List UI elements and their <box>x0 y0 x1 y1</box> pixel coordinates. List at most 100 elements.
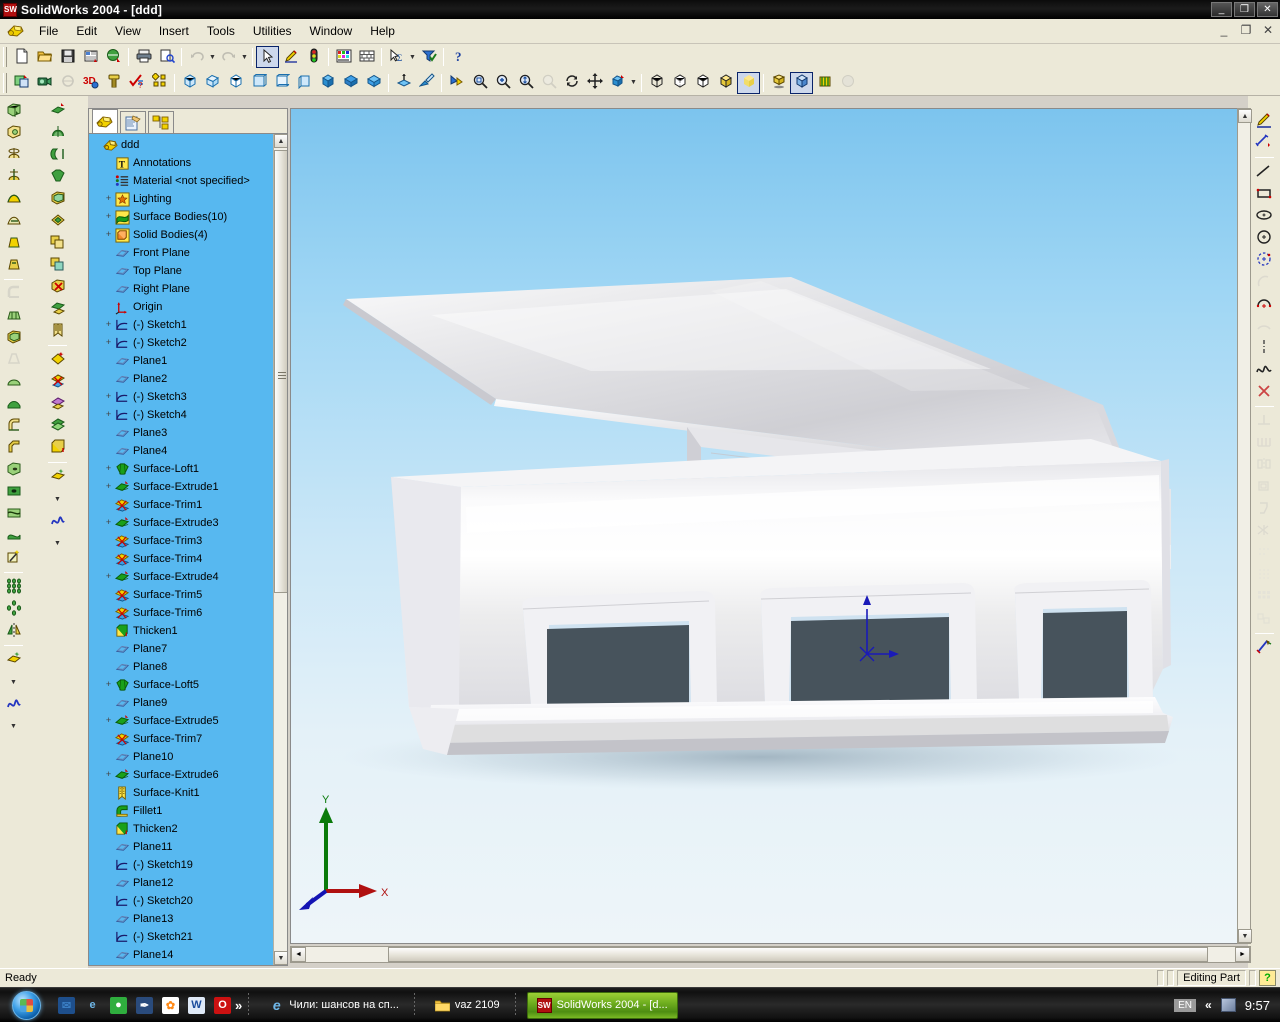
zoom-to-fit-button[interactable] <box>468 72 491 94</box>
standard-views-trimetric-button[interactable] <box>201 72 224 94</box>
previous-view-button[interactable] <box>445 72 468 94</box>
quick-launch-more-icon[interactable]: » <box>235 998 242 1013</box>
thicken-surface-button[interactable] <box>46 437 69 459</box>
wrap-button[interactable] <box>2 503 25 525</box>
show-hidden-icons-icon[interactable]: « <box>1205 998 1212 1012</box>
pattern-button[interactable] <box>148 72 171 94</box>
tree-item[interactable]: + (-) Sketch1 <box>91 316 273 334</box>
question-help-icon[interactable]: ? <box>1259 970 1276 986</box>
select-button[interactable] <box>256 46 279 68</box>
shaded-with-edges-button[interactable] <box>714 72 737 94</box>
tree-item[interactable]: Surface-Trim6 <box>91 604 273 622</box>
section-view-toggle-button[interactable] <box>790 71 813 94</box>
tree-item[interactable]: Front Plane <box>91 244 273 262</box>
menu-insert[interactable]: Insert <box>150 21 198 41</box>
simple-hole-button[interactable] <box>2 481 25 503</box>
swept-boss-button[interactable] <box>2 188 25 210</box>
tree-item[interactable]: Surface-Trim4 <box>91 550 273 568</box>
toolbar-grip-2[interactable] <box>3 72 7 93</box>
help-button[interactable]: ? <box>447 46 470 68</box>
reference-geometry-2-dropdown[interactable]: ▼ <box>53 488 62 510</box>
mass-properties-button[interactable] <box>417 46 440 68</box>
tree-item[interactable]: + Surface-Extrude1 <box>91 478 273 496</box>
tree-item[interactable]: (-) Sketch20 <box>91 892 273 910</box>
dome-button[interactable] <box>2 371 25 393</box>
tree-item[interactable]: Plane1 <box>91 352 273 370</box>
make-drawing-button[interactable] <box>79 46 102 68</box>
expand-toggle-icon[interactable]: + <box>103 463 114 475</box>
view-orientation-dropdown[interactable]: ▼ <box>629 72 638 94</box>
tree-item[interactable]: (-) Sketch21 <box>91 928 273 946</box>
taskbar-item-folder[interactable]: vaz 2109 <box>426 992 509 1019</box>
tree-item[interactable]: Right Plane <box>91 280 273 298</box>
graphics-scroll-right-arrow-icon[interactable]: ► <box>1235 947 1250 962</box>
mdi-restore-button[interactable]: ❐ <box>1238 23 1254 37</box>
ql-outlook-icon[interactable]: ✉ <box>58 996 75 1014</box>
close-button[interactable]: ✕ <box>1257 2 1278 17</box>
new-document-button[interactable] <box>10 46 33 68</box>
menu-utilities[interactable]: Utilities <box>244 21 301 41</box>
revolved-boss-button[interactable] <box>2 144 25 166</box>
expand-toggle-icon[interactable]: + <box>103 571 114 583</box>
tree-item[interactable]: + Surface-Extrude3 <box>91 514 273 532</box>
tree-item[interactable]: T Annotations <box>91 154 273 172</box>
tree-item[interactable]: + Surface Bodies(10) <box>91 208 273 226</box>
linear-pattern-button[interactable] <box>2 576 25 598</box>
make-assembly-button[interactable] <box>102 46 125 68</box>
standard-views-left-button[interactable] <box>293 72 316 94</box>
curves-2-dropdown[interactable]: ▼ <box>53 532 62 554</box>
smart-dimension-button[interactable] <box>1253 132 1276 154</box>
perimeter-circle-button[interactable] <box>1253 249 1276 271</box>
standard-views-bottom-button[interactable] <box>362 72 385 94</box>
tree-item[interactable]: Plane7 <box>91 640 273 658</box>
extruded-surface-button[interactable] <box>46 100 69 122</box>
revolved-cut-button[interactable] <box>2 166 25 188</box>
tree-item[interactable]: ddd <box>91 136 273 154</box>
expand-toggle-icon[interactable]: + <box>103 319 114 331</box>
tree-item[interactable]: (-) Sketch19 <box>91 856 273 874</box>
point-button[interactable] <box>1253 381 1276 403</box>
expand-toggle-icon[interactable]: + <box>103 211 114 223</box>
mdi-minimize-button[interactable]: _ <box>1216 23 1232 37</box>
rebuild-button[interactable] <box>302 46 325 68</box>
reference-geometry-button[interactable] <box>2 649 25 671</box>
tree-item[interactable]: + Surface-Extrude4 <box>91 568 273 586</box>
graphics-viewport[interactable]: Y X <box>290 108 1246 944</box>
standard-views-back-button[interactable] <box>270 72 293 94</box>
network-icon[interactable] <box>1220 998 1236 1012</box>
shell-button[interactable] <box>2 327 25 349</box>
expand-toggle-icon[interactable]: + <box>103 715 114 727</box>
tree-item[interactable]: Fillet1 <box>91 802 273 820</box>
extruded-boss-button[interactable] <box>2 100 25 122</box>
zoom-in-out-button[interactable] <box>514 72 537 94</box>
menu-help[interactable]: Help <box>361 21 404 41</box>
extruded-cut-button[interactable] <box>2 122 25 144</box>
tree-item[interactable]: + Surface-Loft5 <box>91 676 273 694</box>
animator-button[interactable] <box>33 72 56 94</box>
tree-item[interactable]: + Surface-Loft1 <box>91 460 273 478</box>
rotate-view-button[interactable] <box>560 72 583 94</box>
graphics-vertical-scrollbar[interactable]: ▲ ▼ <box>1237 108 1252 944</box>
expand-toggle-icon[interactable]: + <box>103 517 114 529</box>
ql-orange-flower-icon[interactable]: ✿ <box>162 996 179 1014</box>
scrollbar-thumb[interactable] <box>274 150 287 593</box>
curvature-display-button[interactable] <box>813 72 836 94</box>
standard-views-front-button[interactable] <box>247 72 270 94</box>
expand-toggle-icon[interactable]: + <box>103 337 114 349</box>
graphics-scroll-down-arrow-icon[interactable]: ▼ <box>1238 929 1252 943</box>
trim-surface-button[interactable] <box>46 371 69 393</box>
tree-item[interactable]: Surface-Trim3 <box>91 532 273 550</box>
revolved-surface-button[interactable] <box>46 122 69 144</box>
midsurface-button[interactable] <box>46 415 69 437</box>
clock[interactable]: 9:57 <box>1245 998 1276 1013</box>
open-document-button[interactable] <box>33 46 56 68</box>
tree-item[interactable]: Plane11 <box>91 838 273 856</box>
standard-views-right-button[interactable] <box>316 72 339 94</box>
tree-item[interactable]: Plane2 <box>91 370 273 388</box>
reference-geometry-dropdown[interactable]: ▼ <box>9 671 18 693</box>
edit-sketch-button[interactable] <box>279 46 302 68</box>
scroll-up-arrow-icon[interactable]: ▲ <box>274 134 287 148</box>
edit-color-button[interactable] <box>332 46 355 68</box>
centerpoint-arc-button[interactable] <box>1253 293 1276 315</box>
shape-button[interactable] <box>2 393 25 415</box>
